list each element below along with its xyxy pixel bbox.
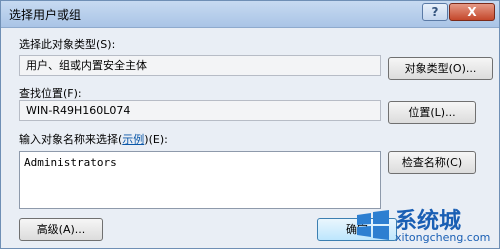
watermark-url: xitongcheng.com [395, 231, 491, 244]
location-field: WIN-R49H160L074 [19, 100, 381, 121]
object-type-label: 选择此对象类型(S): [19, 38, 116, 51]
locations-button[interactable]: 位置(L)... [388, 101, 476, 124]
site-watermark: 系统城 xitongcheng.com [353, 201, 499, 248]
location-label: 查找位置(F): [19, 87, 82, 100]
object-types-button[interactable]: 对象类型(O)... [388, 57, 493, 80]
windows-logo-icon [357, 210, 389, 240]
object-names-label: 输入对象名称来选择(示例)(E): [19, 131, 168, 147]
window-title: 选择用户或组 [9, 8, 82, 22]
examples-link[interactable]: 示例 [122, 133, 144, 146]
select-users-dialog: 选择用户或组 ? X 选择此对象类型(S): 用户、组或内置安全主体 对象类型(… [0, 0, 500, 249]
object-names-label-prefix: 输入对象名称来选择( [19, 133, 123, 146]
object-type-field: 用户、组或内置安全主体 [19, 55, 381, 76]
help-button[interactable]: ? [422, 3, 448, 21]
check-names-button[interactable]: 检查名称(C) [388, 151, 476, 174]
title-bar: 选择用户或组 ? X [1, 1, 499, 28]
object-names-label-suffix: )(E): [144, 133, 168, 146]
object-names-input[interactable]: Administrators [19, 151, 381, 209]
advanced-button[interactable]: 高级(A)... [19, 218, 103, 241]
close-button[interactable]: X [449, 3, 495, 21]
